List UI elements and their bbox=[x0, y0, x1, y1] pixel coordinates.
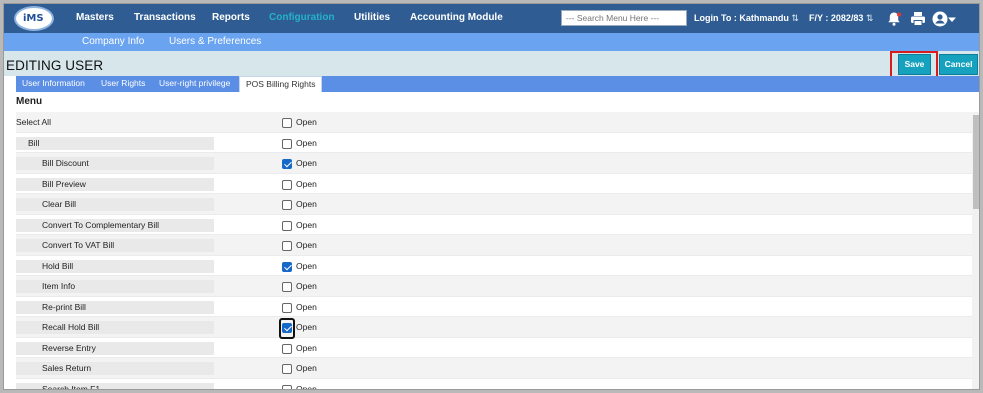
save-button[interactable]: Save bbox=[898, 54, 931, 75]
tab-user-right-privilege[interactable]: User-right privilege bbox=[153, 76, 236, 92]
rights-row: Reverse Entry Open bbox=[16, 338, 973, 358]
open-label: Open bbox=[296, 383, 317, 390]
open-label: Open bbox=[296, 363, 317, 373]
rights-row: Bill Preview Open bbox=[16, 174, 973, 194]
open-checkbox[interactable] bbox=[282, 220, 292, 231]
open-label: Open bbox=[296, 158, 317, 168]
rights-row: Convert To VAT Bill Open bbox=[16, 235, 973, 256]
fiscal-year-selector[interactable]: F/Y : 2082/83 ⇅ bbox=[809, 13, 873, 24]
tab-pos-billing-rights[interactable]: POS Billing Rights bbox=[239, 76, 323, 92]
rights-row-label: Sales Return bbox=[16, 362, 214, 375]
open-label: Open bbox=[296, 240, 317, 250]
open-label: Open bbox=[296, 178, 317, 189]
nav-reports[interactable]: Reports bbox=[212, 12, 250, 23]
open-checkbox[interactable] bbox=[282, 323, 292, 333]
rights-row-label: Search Item F1 bbox=[16, 382, 214, 389]
open-checkbox[interactable] bbox=[282, 261, 292, 272]
open-checkbox[interactable] bbox=[282, 241, 292, 251]
login-value: Kathmandu bbox=[739, 13, 789, 23]
sub-navbar: Company Info Users & Preferences bbox=[4, 33, 979, 51]
rights-row-label: Re-print Bill bbox=[16, 300, 214, 314]
rights-row: Clear Bill Open bbox=[16, 194, 973, 215]
rights-row: Sales Return Open bbox=[16, 358, 973, 379]
rights-row-label: Reverse Entry bbox=[16, 341, 214, 355]
rights-row: Convert To Complementary Bill Open bbox=[16, 215, 973, 235]
rights-row-label: Convert To VAT Bill bbox=[16, 239, 214, 252]
open-label: Open bbox=[296, 342, 317, 353]
rights-row-label: Bill bbox=[16, 136, 214, 150]
tab-user-information[interactable]: User Information bbox=[16, 76, 91, 92]
open-checkbox[interactable] bbox=[282, 364, 292, 374]
vertical-scrollbar[interactable] bbox=[972, 112, 979, 389]
rights-row-label: Item Info bbox=[16, 280, 214, 293]
nav-masters[interactable]: Masters bbox=[76, 12, 114, 23]
open-checkbox[interactable] bbox=[282, 159, 292, 169]
rights-row: Bill Discount Open bbox=[16, 153, 973, 174]
rights-row: Select All Open bbox=[16, 112, 973, 133]
tab-strip: User Information User Rights User-right … bbox=[16, 76, 979, 92]
cancel-button[interactable]: Cancel bbox=[939, 54, 978, 75]
open-checkbox[interactable] bbox=[282, 384, 292, 389]
open-checkbox[interactable] bbox=[282, 282, 292, 292]
open-label: Open bbox=[296, 137, 317, 148]
nav-transactions[interactable]: Transactions bbox=[134, 12, 196, 23]
nav-configuration[interactable]: Configuration bbox=[269, 12, 335, 23]
rights-row: Recall Hold Bill Open bbox=[16, 317, 973, 339]
printer-icon[interactable] bbox=[909, 10, 927, 28]
tab-user-rights[interactable]: User Rights bbox=[95, 76, 151, 92]
page-header: EDITING USER Save Cancel bbox=[4, 51, 979, 79]
rights-row-label: Bill Discount bbox=[16, 157, 214, 170]
open-checkbox[interactable] bbox=[282, 200, 292, 210]
page-title: EDITING USER bbox=[6, 58, 104, 73]
login-selector[interactable]: Login To : Kathmandu ⇅ bbox=[694, 13, 799, 24]
nav-utilities[interactable]: Utilities bbox=[354, 12, 390, 23]
rights-row: Search Item F1 Open bbox=[16, 379, 973, 390]
rights-row: Re-print Bill Open bbox=[16, 297, 973, 317]
rights-list: Select All Open Bill Open Bill Discount Open B… bbox=[16, 112, 973, 390]
open-checkbox[interactable] bbox=[282, 343, 292, 354]
rights-row: Hold Bill Open bbox=[16, 256, 973, 276]
up-down-icon: ⇅ bbox=[791, 13, 799, 23]
subnav-company-info[interactable]: Company Info bbox=[82, 36, 144, 47]
rights-row-label: Bill Preview bbox=[16, 177, 214, 191]
ims-logo[interactable]: iMS bbox=[14, 6, 54, 31]
rights-row-label: Convert To Complementary Bill bbox=[16, 218, 214, 232]
open-checkbox[interactable] bbox=[282, 138, 292, 149]
rights-row-label: Hold Bill bbox=[16, 259, 214, 273]
open-label: Open bbox=[296, 117, 317, 127]
open-label: Open bbox=[296, 260, 317, 271]
app-window: iMS Masters Transactions Reports Configu… bbox=[3, 3, 980, 390]
open-label: Open bbox=[296, 301, 317, 312]
up-down-icon: ⇅ bbox=[865, 13, 874, 23]
bell-icon[interactable] bbox=[885, 10, 903, 28]
rights-row: Item Info Open bbox=[16, 276, 973, 297]
open-label: Open bbox=[296, 281, 317, 291]
open-checkbox[interactable] bbox=[282, 302, 292, 313]
open-checkbox[interactable] bbox=[282, 179, 292, 190]
fy-label: F/Y : bbox=[809, 13, 829, 23]
rights-row-label: Clear Bill bbox=[16, 198, 214, 211]
open-checkbox[interactable] bbox=[282, 118, 292, 128]
subnav-users-preferences[interactable]: Users & Preferences bbox=[169, 36, 261, 47]
nav-accounting-module[interactable]: Accounting Module bbox=[410, 12, 503, 23]
open-label: Open bbox=[296, 199, 317, 209]
open-label: Open bbox=[296, 219, 317, 230]
caret-down-icon[interactable] bbox=[947, 10, 957, 28]
rights-row: Bill Open bbox=[16, 133, 973, 153]
open-label: Open bbox=[296, 322, 317, 332]
rights-row-label: Select All bbox=[16, 117, 51, 127]
top-navbar: iMS Masters Transactions Reports Configu… bbox=[4, 4, 979, 33]
menu-heading: Menu bbox=[16, 96, 43, 107]
login-label: Login To : bbox=[694, 13, 737, 23]
fy-value: 2082/83 bbox=[830, 13, 864, 23]
logo-text: iMS bbox=[23, 13, 44, 24]
menu-search-input[interactable] bbox=[561, 10, 687, 26]
scrollbar-thumb[interactable] bbox=[973, 115, 979, 209]
rights-row-label: Recall Hold Bill bbox=[16, 321, 214, 334]
